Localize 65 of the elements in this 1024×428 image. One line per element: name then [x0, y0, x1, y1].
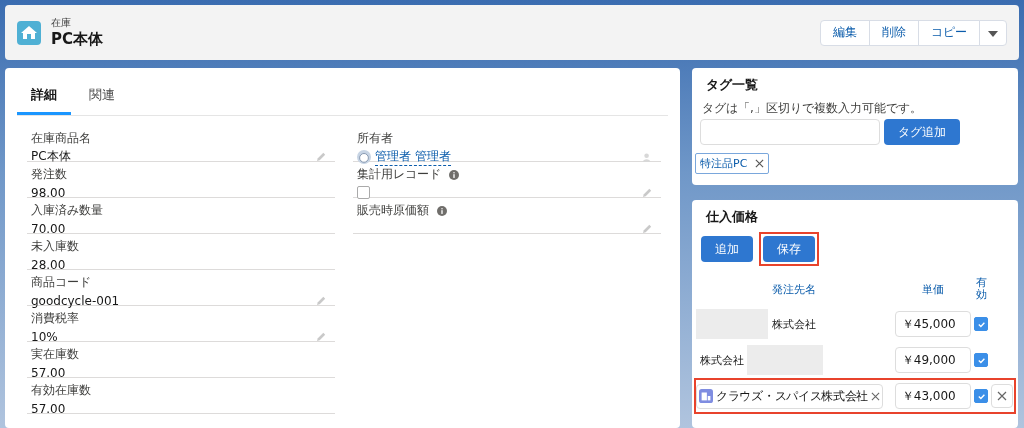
- field-value: 28.00: [31, 257, 66, 272]
- field-label: 実在庫数: [31, 346, 80, 363]
- field-value: 98.00: [31, 185, 66, 200]
- pencil-icon[interactable]: [642, 223, 653, 234]
- pencil-icon[interactable]: [316, 151, 327, 162]
- tag-input-field[interactable]: [700, 119, 880, 145]
- field-label: 商品コード: [31, 274, 92, 291]
- checkbox[interactable]: [974, 317, 989, 331]
- object-type: 在庫: [51, 16, 72, 30]
- close-icon: [997, 391, 1008, 401]
- caret-icon: [988, 30, 998, 37]
- tab[interactable]: 関連: [75, 76, 129, 115]
- field-label: 所有者: [357, 130, 393, 147]
- more-actions-button[interactable]: [979, 19, 1007, 46]
- card-title: タグ一覧: [706, 76, 759, 94]
- card-title: 仕入価格: [706, 208, 759, 226]
- house-icon: [17, 20, 41, 45]
- supplier-name: 株式会社: [771, 316, 817, 332]
- action-button[interactable]: 編集: [820, 19, 870, 46]
- supplier-name: 株式会社: [699, 352, 745, 368]
- table-button[interactable]: 追加: [701, 236, 753, 262]
- building-icon: [699, 389, 713, 403]
- owner-link[interactable]: 管理者 管理者: [375, 148, 451, 166]
- field-value: 10%: [31, 329, 58, 344]
- pencil-icon[interactable]: [316, 331, 327, 342]
- checkbox[interactable]: [974, 389, 989, 403]
- field-label: 在庫商品名: [31, 130, 92, 147]
- avatar-icon: [357, 150, 371, 164]
- change-owner-icon[interactable]: [642, 151, 653, 163]
- price-input-field[interactable]: ￥45,000: [894, 311, 971, 337]
- tag-pill[interactable]: 特注品PC: [695, 153, 770, 174]
- supplier-lookup-pill[interactable]: クラウズ・スパイス株式会社: [696, 383, 884, 409]
- field-label: 消費税率: [31, 310, 80, 327]
- field-value: 70.00: [31, 221, 66, 236]
- delete-row-button[interactable]: [991, 384, 1014, 408]
- field-value: PC本体: [31, 148, 71, 165]
- column-header[interactable]: 発注先名: [694, 281, 894, 297]
- field-value: 57.00: [31, 401, 66, 416]
- table-button[interactable]: 保存: [763, 236, 815, 262]
- record-title: PC本体: [51, 30, 103, 49]
- close-icon[interactable]: [755, 159, 765, 168]
- price-input-field[interactable]: ￥43,000: [894, 383, 971, 409]
- info-icon: [449, 169, 459, 180]
- pencil-icon[interactable]: [642, 187, 653, 198]
- tab[interactable]: 詳細: [17, 76, 71, 115]
- field-label: 入庫済み数量: [31, 202, 104, 219]
- info-icon: [437, 205, 447, 216]
- action-button[interactable]: 削除: [869, 19, 919, 46]
- field-label: 販売時原価額: [357, 202, 429, 219]
- checkbox[interactable]: [357, 186, 370, 199]
- hint-text: タグは「,」区切りで複数入力可能です。: [702, 100, 923, 117]
- action-button[interactable]: コピー: [918, 19, 980, 46]
- field-value: 57.00: [31, 365, 66, 380]
- field-label: 発注数: [31, 166, 68, 183]
- pencil-icon[interactable]: [316, 295, 327, 306]
- field-label: 有効在庫数: [31, 382, 92, 399]
- field-label: 未入庫数: [31, 238, 80, 255]
- price-input-field[interactable]: ￥49,000: [894, 347, 971, 373]
- field-value: goodcycle-001: [31, 293, 120, 308]
- column-header[interactable]: 単価: [894, 281, 972, 297]
- column-header[interactable]: 有効: [975, 276, 987, 302]
- field-label: 集計用レコード: [357, 166, 441, 183]
- checkbox[interactable]: [974, 353, 989, 367]
- clear-icon[interactable]: [871, 391, 881, 401]
- add-tag-button[interactable]: タグ追加: [884, 119, 960, 145]
